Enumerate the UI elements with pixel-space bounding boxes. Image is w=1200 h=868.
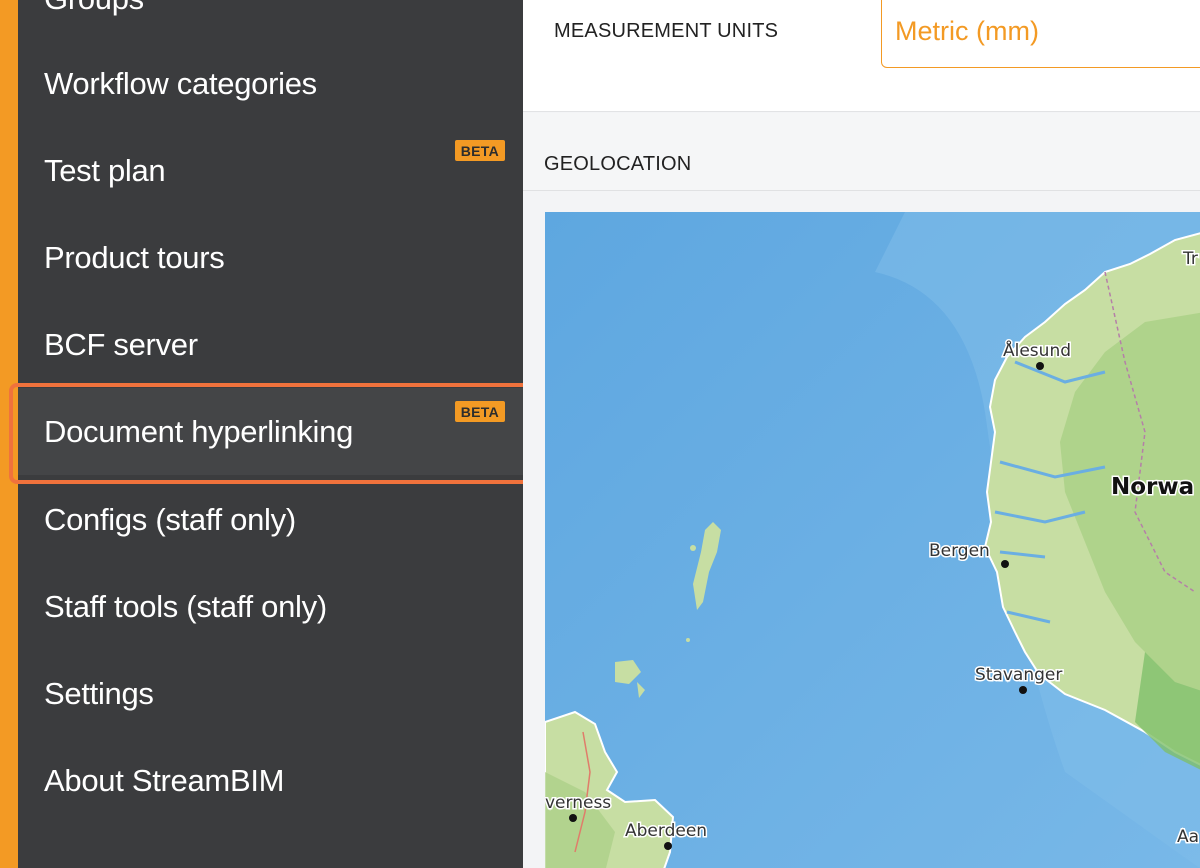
island-dot bbox=[686, 638, 690, 642]
sidebar-item-configs[interactable]: Configs (staff only) bbox=[18, 476, 523, 563]
beta-badge: BETA bbox=[454, 401, 505, 422]
sidebar-accent-strip bbox=[0, 0, 18, 868]
sidebar: Groups Workflow categories Test plan BET… bbox=[18, 0, 523, 868]
sidebar-item-label: Test plan bbox=[44, 152, 166, 188]
sidebar-item-bcf-server[interactable]: BCF server bbox=[18, 301, 523, 388]
sidebar-item-label: Settings bbox=[44, 675, 154, 711]
city-dot-aberdeen bbox=[664, 842, 672, 850]
city-dot-inverness bbox=[569, 814, 577, 822]
sidebar-item-staff-tools[interactable]: Staff tools (staff only) bbox=[18, 563, 523, 650]
edge-label-bottom-right: Aa bbox=[1177, 827, 1199, 847]
sidebar-item-workflow-categories[interactable]: Workflow categories bbox=[18, 40, 523, 127]
sidebar-item-groups[interactable]: Groups bbox=[18, 0, 523, 42]
measurement-units-label: MEASUREMENT UNITS bbox=[554, 20, 779, 42]
sidebar-item-label: BCF server bbox=[44, 326, 198, 362]
edge-label-top-right: Tr bbox=[1182, 249, 1198, 269]
measurement-units-value: Metric (mm) bbox=[895, 16, 1039, 46]
city-label-aberdeen: Aberdeen bbox=[625, 821, 707, 841]
city-dot-alesund bbox=[1036, 362, 1044, 370]
sidebar-item-document-hyperlinking[interactable]: Document hyperlinking BETA bbox=[18, 388, 523, 475]
sidebar-item-label: Configs (staff only) bbox=[44, 501, 296, 537]
geolocation-header: GEOLOCATION bbox=[523, 113, 1200, 191]
sidebar-item-product-tours[interactable]: Product tours bbox=[18, 214, 523, 301]
sidebar-item-about[interactable]: About StreamBIM bbox=[18, 737, 523, 824]
island-dot bbox=[690, 545, 696, 551]
city-label-inverness: verness bbox=[545, 793, 611, 813]
sidebar-item-label: About StreamBIM bbox=[44, 762, 285, 798]
geolocation-label: GEOLOCATION bbox=[544, 153, 692, 175]
city-label-stavanger: Stavanger bbox=[975, 665, 1062, 685]
city-label-bergen: Bergen bbox=[929, 541, 990, 561]
sidebar-item-label: Groups bbox=[44, 0, 144, 17]
country-label-norway: Norwa bbox=[1111, 474, 1194, 500]
map-canvas: Ålesund Bergen Stavanger verness Aberdee… bbox=[545, 212, 1200, 868]
sidebar-item-label: Document hyperlinking bbox=[44, 413, 354, 449]
sidebar-item-label: Workflow categories bbox=[44, 65, 317, 101]
city-dot-bergen bbox=[1001, 560, 1009, 568]
city-dot-stavanger bbox=[1019, 686, 1027, 694]
geolocation-map[interactable]: Ålesund Bergen Stavanger verness Aberdee… bbox=[545, 212, 1200, 868]
sidebar-item-label: Product tours bbox=[44, 239, 225, 275]
city-label-alesund: Ålesund bbox=[1003, 339, 1071, 361]
sidebar-item-settings[interactable]: Settings bbox=[18, 650, 523, 737]
sidebar-item-test-plan[interactable]: Test plan BETA bbox=[18, 127, 523, 214]
measurement-units-row: MEASUREMENT UNITS Metric (mm) bbox=[523, 0, 1200, 112]
measurement-units-select[interactable]: Metric (mm) bbox=[881, 0, 1200, 68]
beta-badge: BETA bbox=[454, 140, 505, 161]
settings-panel: MEASUREMENT UNITS Metric (mm) GEOLOCATIO… bbox=[523, 0, 1200, 868]
sidebar-item-label: Staff tools (staff only) bbox=[44, 588, 327, 624]
